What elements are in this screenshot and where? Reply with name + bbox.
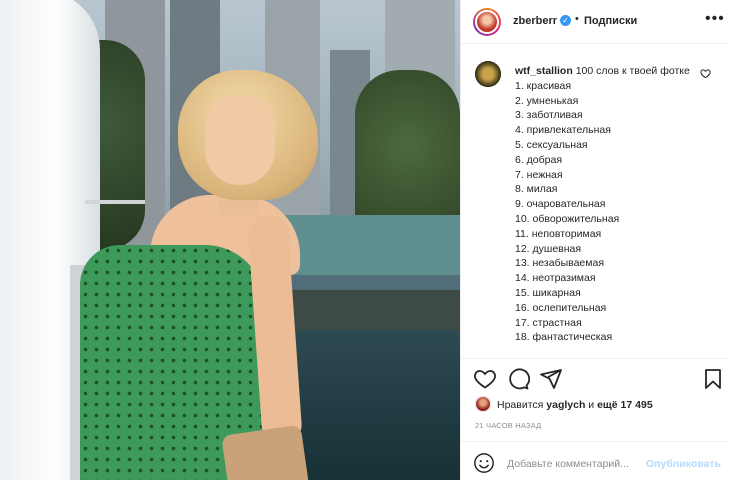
author-avatar[interactable] bbox=[473, 8, 501, 36]
comment-input[interactable]: Добавьте комментарий... bbox=[507, 458, 629, 470]
comment-body: wtf_stallion 100 слов к твоей фотке 1. к… bbox=[515, 64, 695, 345]
list-item: 5. сексуальная bbox=[515, 138, 588, 151]
list-item: 9. очаровательная bbox=[515, 198, 606, 211]
list-item: 18. фантастическая bbox=[515, 331, 613, 344]
list-item: 14. неотразимая bbox=[515, 272, 596, 285]
comments-section: wtf_stallion 100 слов к твоей фотке 1. к… bbox=[461, 44, 730, 358]
comment-like-heart-icon[interactable] bbox=[700, 68, 711, 82]
post-comment-button[interactable]: Опубликовать bbox=[646, 458, 721, 470]
bookmark-icon[interactable] bbox=[701, 367, 725, 391]
share-icon[interactable] bbox=[539, 367, 563, 391]
emoji-icon[interactable] bbox=[473, 452, 495, 474]
list-item: 13. незабываемая bbox=[515, 257, 605, 270]
post-header: zberberr ✓ • Подписки ••• bbox=[461, 0, 730, 44]
photo-handrail bbox=[221, 424, 309, 480]
commenter-username[interactable]: wtf_stallion bbox=[515, 65, 573, 77]
list-item: 2. умненькая bbox=[515, 94, 579, 107]
list-item: 10. обворожительная bbox=[515, 212, 620, 225]
post-side-panel: zberberr ✓ • Подписки ••• wtf_stallion 1… bbox=[460, 0, 730, 480]
list-item: 7. нежная bbox=[515, 168, 563, 181]
comment-icon[interactable] bbox=[506, 367, 531, 391]
liker-avatar[interactable] bbox=[475, 396, 491, 412]
heart-icon[interactable] bbox=[473, 367, 497, 391]
likes-row: Нравится yaglych и ещё 17 495 bbox=[461, 396, 730, 416]
photo-face bbox=[205, 95, 275, 185]
comment-list: 1. красивая 2. умненькая 3. заботливая 4… bbox=[515, 79, 695, 345]
likes-prefix: Нравится bbox=[497, 399, 544, 411]
action-bar bbox=[461, 358, 730, 398]
list-item: 6. добрая bbox=[515, 153, 563, 166]
post-photo[interactable] bbox=[0, 0, 460, 480]
author-username[interactable]: zberberr bbox=[513, 15, 557, 27]
list-item: 3. заботливая bbox=[515, 109, 583, 122]
photo-rail bbox=[85, 200, 145, 204]
list-item: 4. привлекательная bbox=[515, 124, 611, 137]
list-item: 8. милая bbox=[515, 183, 558, 196]
list-item: 12. душевная bbox=[515, 242, 582, 255]
post-timestamp[interactable]: 21 ЧАСОВ НАЗАД bbox=[475, 421, 541, 430]
list-item: 15. шикарная bbox=[515, 286, 581, 299]
list-item: 17. страстная bbox=[515, 316, 582, 329]
liker-username[interactable]: yaglych bbox=[546, 399, 585, 411]
commenter-avatar[interactable] bbox=[475, 61, 501, 87]
more-icon[interactable]: ••• bbox=[705, 10, 725, 28]
likes-count[interactable]: ещё 17 495 bbox=[597, 399, 653, 411]
list-item: 16. ослепительная bbox=[515, 301, 607, 314]
likes-text: Нравится yaglych и ещё 17 495 bbox=[497, 399, 653, 411]
list-item: 11. неповторимая bbox=[515, 227, 602, 240]
comment-intro: 100 слов к твоей фотке bbox=[575, 65, 690, 77]
separator-dot: • bbox=[575, 13, 579, 25]
likes-middle: и bbox=[588, 399, 595, 411]
list-item: 1. красивая bbox=[515, 79, 572, 92]
verified-icon: ✓ bbox=[560, 15, 571, 26]
following-button[interactable]: Подписки bbox=[584, 15, 637, 27]
add-comment-bar: Добавьте комментарий... Опубликовать bbox=[461, 441, 730, 480]
